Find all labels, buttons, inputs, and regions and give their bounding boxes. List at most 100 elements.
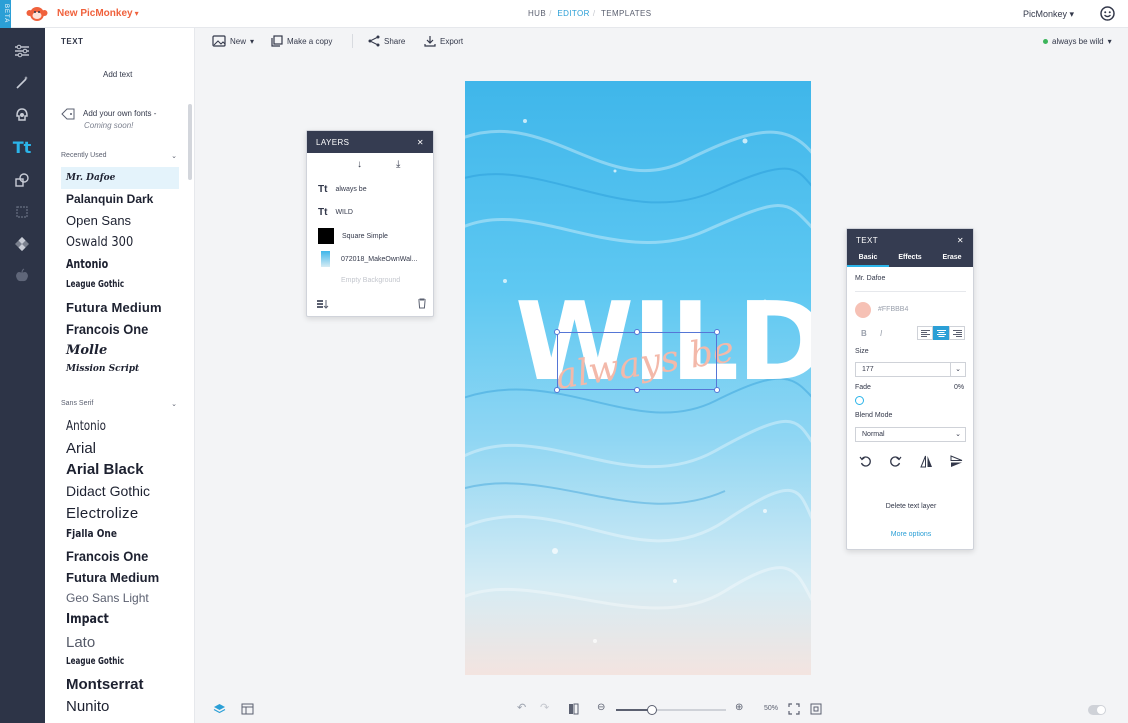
recently-used-header[interactable]: Recently Used ⌄ — [61, 152, 177, 160]
font-francois-one[interactable]: Francois One — [66, 321, 148, 337]
layers-panel[interactable]: LAYERS ✕ ↓ ⤓ Tt always be Tt WILD Square… — [306, 130, 434, 317]
nav-editor[interactable]: EDITOR — [557, 9, 589, 18]
picmonkey-logo-icon[interactable] — [26, 5, 48, 23]
bold-button[interactable]: B — [861, 329, 867, 338]
export-button[interactable]: Export — [424, 35, 463, 47]
font-antonio[interactable]: Antonio — [66, 419, 106, 434]
blend-mode-select[interactable]: Normal ⌄ — [855, 427, 966, 442]
align-center-button[interactable] — [933, 326, 949, 340]
font-futura-medium[interactable]: Futura Medium — [66, 570, 159, 585]
layer-row[interactable]: Square Simple — [318, 228, 388, 244]
textures-checker-icon[interactable] — [12, 234, 32, 254]
redo-icon[interactable]: ↷ — [540, 701, 549, 714]
font-didact-gothic[interactable]: Didact Gothic — [66, 483, 150, 499]
font-electrolize[interactable]: Electrolize — [66, 505, 139, 522]
sans-serif-header[interactable]: Sans Serif ⌄ — [61, 400, 177, 408]
color-swatch[interactable] — [855, 302, 871, 318]
tab-effects[interactable]: Effects — [889, 251, 931, 267]
font-montserrat[interactable]: Montserrat — [66, 676, 144, 693]
flip-vertical-icon[interactable] — [950, 455, 963, 471]
font-antonio[interactable]: Antonio — [66, 257, 108, 271]
font-molle[interactable]: Molle — [66, 343, 107, 358]
font-nunito[interactable]: Nunito — [66, 698, 109, 715]
italic-button[interactable]: I — [880, 329, 882, 338]
resize-handle[interactable] — [634, 329, 640, 335]
close-icon[interactable]: ✕ — [957, 236, 964, 245]
align-right-button[interactable] — [949, 326, 965, 340]
font-arial-black[interactable]: Arial Black — [66, 461, 144, 478]
magic-wand-icon[interactable] — [12, 73, 32, 93]
text-panel-header[interactable]: TEXT ✕ — [847, 229, 973, 251]
font-impact[interactable]: Impact — [66, 612, 109, 627]
frames-icon[interactable] — [12, 202, 32, 222]
actual-size-icon[interactable] — [810, 703, 822, 718]
new-button[interactable]: New ▾ — [212, 35, 254, 47]
text-properties-panel[interactable]: TEXT ✕ Basic Effects Erase Mr. Dafoe #FF… — [846, 228, 974, 550]
zoom-slider-knob[interactable] — [647, 705, 658, 715]
selection-box[interactable] — [557, 332, 717, 390]
font-oswald-300[interactable]: Oswald 300 — [66, 235, 133, 250]
resize-handle[interactable] — [554, 329, 560, 335]
zoom-out-icon[interactable]: ⊖ — [597, 702, 605, 713]
dark-mode-toggle[interactable] — [1088, 705, 1106, 715]
layer-row[interactable]: Empty Background — [341, 277, 400, 284]
font-mr-dafoe[interactable]: Mr. Dafoe — [61, 167, 179, 189]
touch-up-face-icon[interactable] — [12, 105, 32, 125]
stack-layers-icon[interactable] — [316, 299, 330, 312]
color-hex-value[interactable]: #FFBBB4 — [878, 306, 908, 313]
font-name[interactable]: Mr. Dafoe — [855, 275, 885, 282]
project-name-menu[interactable]: always be wild ▾ — [1043, 37, 1112, 46]
rotate-right-icon[interactable] — [889, 455, 902, 471]
project-menu[interactable]: New PicMonkey ▾ — [57, 8, 139, 19]
font-francois-one[interactable]: Francois One — [66, 548, 148, 564]
flip-horizontal-icon[interactable] — [920, 455, 933, 471]
smiley-feedback-icon[interactable] — [1100, 6, 1115, 21]
font-geo-sans-light[interactable]: Geo Sans Light — [66, 591, 149, 605]
font-open-sans[interactable]: Open Sans — [66, 213, 131, 228]
layout-grid-icon[interactable] — [241, 703, 254, 718]
trash-icon[interactable] — [417, 298, 427, 312]
font-palanquin-dark[interactable]: Palanquin Dark — [66, 192, 153, 206]
layer-row[interactable]: Tt always be — [318, 184, 367, 195]
layer-row[interactable]: 072018_MakeOwnWal... — [318, 251, 417, 267]
adjust-sliders-icon[interactable] — [12, 41, 32, 61]
tab-erase[interactable]: Erase — [931, 251, 973, 267]
account-menu[interactable]: PicMonkey ▾ — [1023, 9, 1074, 20]
align-left-button[interactable] — [917, 326, 933, 340]
layers-stack-icon[interactable] — [213, 703, 226, 718]
nav-hub[interactable]: HUB — [528, 9, 546, 18]
resize-handle[interactable] — [554, 387, 560, 393]
more-options-link[interactable]: More options — [847, 531, 975, 538]
close-icon[interactable]: ✕ — [417, 138, 424, 147]
delete-text-layer-button[interactable]: Delete text layer — [847, 503, 975, 510]
share-button[interactable]: Share — [368, 35, 405, 47]
add-text-button[interactable]: Add text — [103, 70, 132, 79]
move-to-bottom-icon[interactable]: ⤓ — [396, 159, 400, 170]
fade-slider-knob[interactable] — [855, 396, 864, 405]
font-arial[interactable]: Arial — [66, 440, 96, 457]
font-league-gothic[interactable]: League Gothic — [66, 656, 124, 667]
fit-screen-icon[interactable] — [788, 703, 800, 718]
apple-icon[interactable] — [12, 266, 32, 286]
font-league-gothic[interactable]: League Gothic — [66, 279, 124, 290]
rotate-left-icon[interactable] — [859, 455, 872, 471]
layer-row[interactable]: Tt WILD — [318, 207, 353, 218]
resize-handle[interactable] — [714, 387, 720, 393]
text-tool-icon[interactable]: Tt — [12, 137, 32, 157]
zoom-in-icon[interactable]: ⊕ — [735, 702, 743, 713]
layers-panel-header[interactable]: LAYERS ✕ — [307, 131, 433, 153]
font-lato[interactable]: Lato — [66, 634, 95, 651]
resize-handle[interactable] — [634, 387, 640, 393]
size-input[interactable]: 177 ⌄ — [855, 362, 966, 377]
font-mission-script[interactable]: Mission Script — [66, 364, 139, 374]
font-fjalla-one[interactable]: Fjalla One — [66, 527, 117, 540]
resize-handle[interactable] — [714, 329, 720, 335]
make-copy-button[interactable]: Make a copy — [271, 35, 332, 47]
tab-basic[interactable]: Basic — [847, 251, 889, 267]
nav-templates[interactable]: TEMPLATES — [601, 9, 652, 18]
design-canvas[interactable]: WILD always be — [465, 81, 811, 675]
graphics-shapes-icon[interactable] — [12, 170, 32, 190]
move-down-icon[interactable]: ↓ — [357, 159, 362, 170]
panel-scrollbar[interactable] — [188, 104, 192, 180]
font-futura-medium[interactable]: Futura Medium — [66, 300, 162, 315]
